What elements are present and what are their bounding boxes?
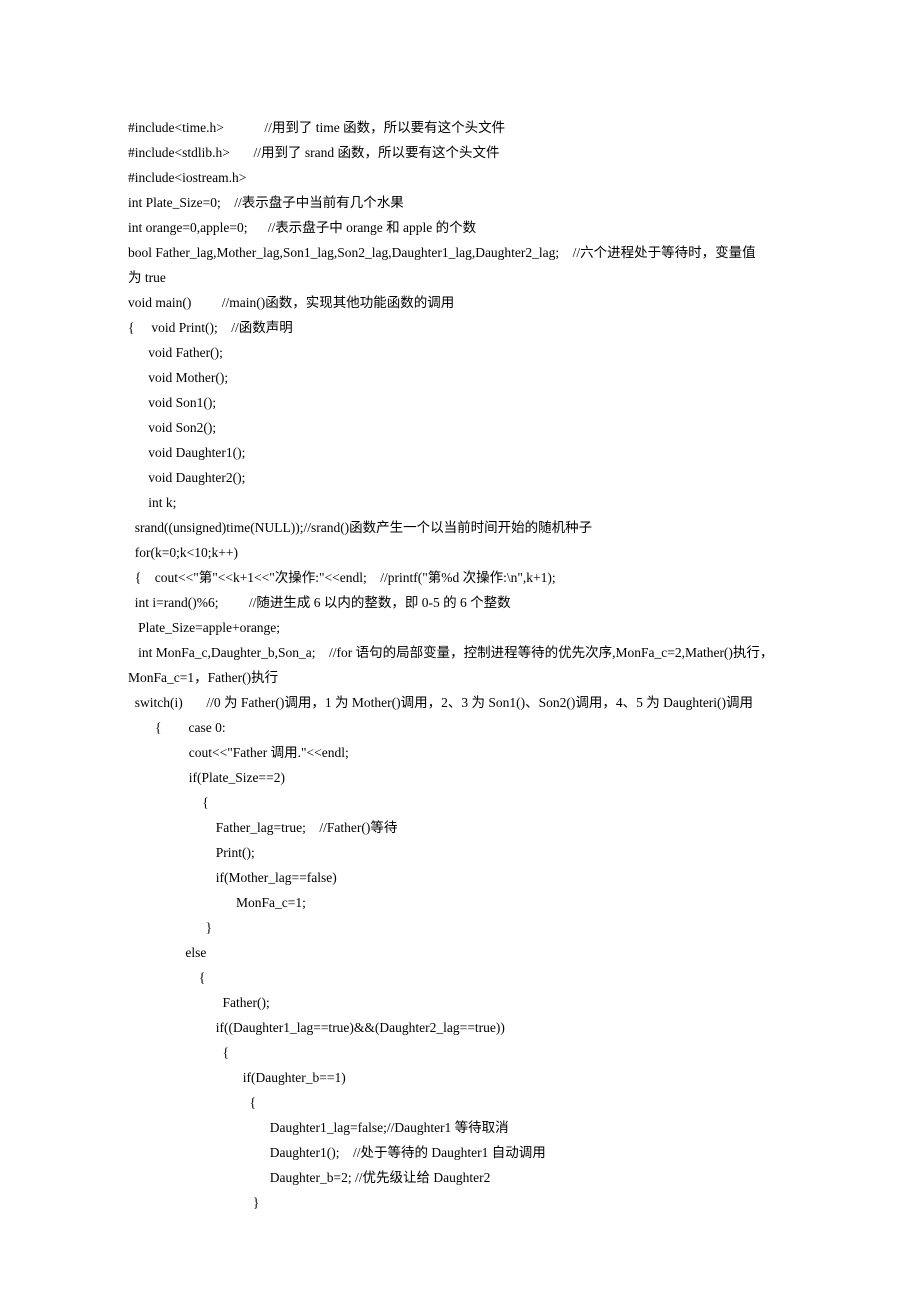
code-line: 为 true — [128, 265, 792, 290]
code-line: { — [128, 1090, 792, 1115]
code-line: if(Plate_Size==2) — [128, 765, 792, 790]
code-line: { — [128, 965, 792, 990]
code-line: { void Print(); //函数声明 — [128, 315, 792, 340]
code-line: Father(); — [128, 990, 792, 1015]
code-line: #include<iostream.h> — [128, 165, 792, 190]
code-line: { cout<<"第"<<k+1<<"次操作:"<<endl; //printf… — [128, 565, 792, 590]
code-line: void Mother(); — [128, 365, 792, 390]
code-line: if(Daughter_b==1) — [128, 1065, 792, 1090]
code-line: if(Mother_lag==false) — [128, 865, 792, 890]
code-line: void main() //main()函数，实现其他功能函数的调用 — [128, 290, 792, 315]
code-line: #include<time.h> //用到了 time 函数，所以要有这个头文件 — [128, 115, 792, 140]
code-line: Print(); — [128, 840, 792, 865]
code-line: int orange=0,apple=0; //表示盘子中 orange 和 a… — [128, 215, 792, 240]
code-line: { — [128, 1040, 792, 1065]
code-line: void Daughter2(); — [128, 465, 792, 490]
code-line: Plate_Size=apple+orange; — [128, 615, 792, 640]
code-line: int i=rand()%6; //随进生成 6 以内的整数，即 0-5 的 6… — [128, 590, 792, 615]
code-line: void Daughter1(); — [128, 440, 792, 465]
code-line: Daughter_b=2; //优先级让给 Daughter2 — [128, 1165, 792, 1190]
code-line: } — [128, 1190, 792, 1215]
code-line: for(k=0;k<10;k++) — [128, 540, 792, 565]
code-block: #include<time.h> //用到了 time 函数，所以要有这个头文件… — [128, 115, 792, 1215]
code-line: void Son1(); — [128, 390, 792, 415]
code-line: { case 0: — [128, 715, 792, 740]
code-line: #include<stdlib.h> //用到了 srand 函数，所以要有这个… — [128, 140, 792, 165]
code-line: Daughter1_lag=false;//Daughter1 等待取消 — [128, 1115, 792, 1140]
code-line: } — [128, 915, 792, 940]
code-line: void Son2(); — [128, 415, 792, 440]
code-line: { — [128, 790, 792, 815]
code-line: MonFa_c=1; — [128, 890, 792, 915]
code-line: int Plate_Size=0; //表示盘子中当前有几个水果 — [128, 190, 792, 215]
code-line: int k; — [128, 490, 792, 515]
code-line: MonFa_c=1，Father()执行 — [128, 665, 792, 690]
code-line: bool Father_lag,Mother_lag,Son1_lag,Son2… — [128, 240, 792, 265]
code-line: switch(i) //0 为 Father()调用，1 为 Mother()调… — [128, 690, 792, 715]
code-line: Daughter1(); //处于等待的 Daughter1 自动调用 — [128, 1140, 792, 1165]
code-line: Father_lag=true; //Father()等待 — [128, 815, 792, 840]
code-document: #include<time.h> //用到了 time 函数，所以要有这个头文件… — [0, 0, 920, 1295]
code-line: void Father(); — [128, 340, 792, 365]
code-line: int MonFa_c,Daughter_b,Son_a; //for 语句的局… — [128, 640, 792, 665]
code-line: cout<<"Father 调用."<<endl; — [128, 740, 792, 765]
code-line: srand((unsigned)time(NULL));//srand()函数产… — [128, 515, 792, 540]
code-line: else — [128, 940, 792, 965]
code-line: if((Daughter1_lag==true)&&(Daughter2_lag… — [128, 1015, 792, 1040]
